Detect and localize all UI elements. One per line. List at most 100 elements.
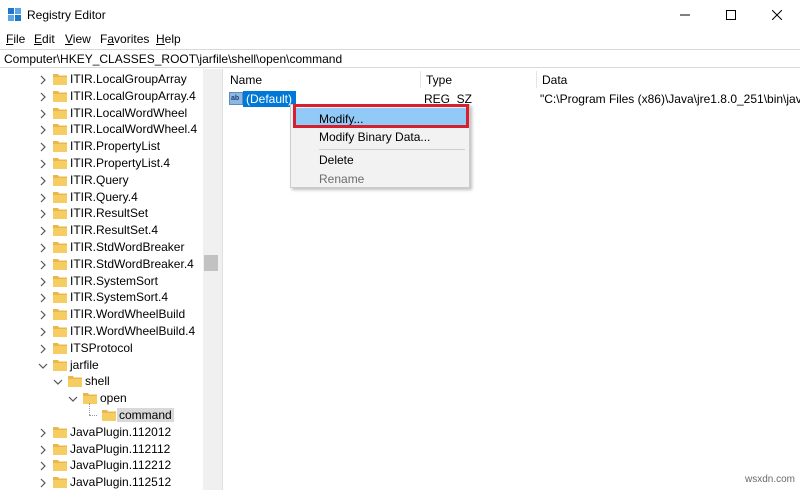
context-menu-delete[interactable]: Delete — [319, 153, 354, 167]
menu-file[interactable]: File — [6, 32, 25, 46]
column-header-name[interactable]: Name — [224, 69, 420, 90]
tree-item-label[interactable]: ITIR.WordWheelBuild.4 — [68, 324, 197, 338]
chevron-right-icon[interactable] — [38, 141, 48, 152]
tree-item[interactable]: JavaPlugin.112112 — [0, 441, 204, 458]
chevron-right-icon[interactable] — [38, 108, 48, 119]
tree-item-label[interactable]: ITIR.LocalWordWheel.4 — [68, 122, 199, 136]
chevron-down-icon[interactable] — [68, 393, 78, 403]
chevron-right-icon[interactable] — [38, 91, 48, 102]
tree-item-label[interactable]: ITIR.Query — [68, 173, 131, 187]
folder-icon — [53, 72, 67, 85]
chevron-right-icon[interactable] — [38, 175, 48, 186]
tree-item-label[interactable]: ITIR.StdWordBreaker — [68, 240, 186, 254]
tree-item[interactable]: ITIR.WordWheelBuild — [0, 306, 204, 323]
folder-icon — [53, 475, 67, 489]
chevron-right-icon[interactable] — [38, 427, 48, 438]
tree-item-label[interactable]: ITIR.LocalGroupArray — [68, 72, 189, 86]
chevron-down-icon[interactable] — [53, 376, 63, 386]
tree-item[interactable]: jarfile — [0, 357, 204, 374]
tree-item-label[interactable]: ITIR.StdWordBreaker.4 — [68, 257, 196, 271]
chevron-right-icon[interactable] — [38, 158, 48, 169]
tree-item[interactable]: ITIR.LocalWordWheel — [0, 105, 204, 122]
chevron-right-icon[interactable] — [38, 292, 48, 303]
tree-item[interactable]: ITIR.LocalWordWheel.4 — [0, 121, 204, 138]
tree-item[interactable]: ITIR.ResultSet — [0, 205, 204, 222]
chevron-right-icon[interactable] — [38, 124, 48, 135]
tree-item[interactable]: JavaPlugin.112512 — [0, 474, 204, 490]
chevron-down-icon[interactable] — [38, 360, 48, 370]
close-button[interactable] — [754, 0, 800, 30]
tree-item-label[interactable]: JavaPlugin.112212 — [68, 458, 173, 472]
folder-icon — [53, 122, 67, 136]
tree-item-label[interactable]: ITIR.Query.4 — [68, 190, 140, 204]
tree-item[interactable]: ITIR.SystemSort.4 — [0, 289, 204, 306]
tree-item-label[interactable]: ITIR.ResultSet.4 — [68, 223, 160, 237]
tree-scrollbar[interactable] — [203, 69, 219, 490]
tree-item-label[interactable]: JavaPlugin.112512 — [68, 475, 173, 489]
tree-item[interactable]: ITIR.PropertyList.4 — [0, 155, 204, 172]
column-header-data[interactable]: Data — [536, 69, 800, 90]
chevron-right-icon[interactable] — [38, 460, 48, 471]
tree-item-label[interactable]: ITIR.PropertyList — [68, 139, 162, 153]
tree-item-label[interactable]: ITIR.SystemSort — [68, 274, 160, 288]
tree-item-label[interactable]: ITSProtocol — [68, 341, 135, 355]
tree-item-label[interactable]: JavaPlugin.112012 — [68, 425, 173, 439]
tree-item[interactable]: ITIR.PropertyList — [0, 138, 204, 155]
tree-item[interactable]: ITIR.WordWheelBuild.4 — [0, 323, 204, 340]
registry-tree[interactable]: ITIR.LocalGroupArray ITIR.LocalGroupArray… — [0, 69, 219, 490]
tree-item[interactable]: ITIR.Query — [0, 172, 204, 189]
tree-item[interactable]: ITSProtocol — [0, 340, 204, 357]
tree-item[interactable]: shell — [0, 373, 204, 390]
tree-item-label[interactable]: JavaPlugin.112112 — [68, 442, 172, 456]
chevron-right-icon[interactable] — [38, 192, 48, 203]
chevron-right-icon[interactable] — [38, 276, 48, 287]
tree-item-label[interactable]: ITIR.SystemSort.4 — [68, 290, 170, 304]
value-name[interactable]: (Default) — [243, 91, 297, 107]
chevron-right-icon[interactable] — [38, 477, 48, 488]
chevron-right-icon[interactable] — [38, 444, 48, 455]
tree-item[interactable]: JavaPlugin.112012 — [0, 424, 204, 441]
minimize-button[interactable] — [662, 0, 708, 30]
chevron-right-icon[interactable] — [38, 74, 48, 85]
tree-item-label[interactable]: ITIR.PropertyList.4 — [68, 156, 172, 170]
address-bar[interactable]: Computer\HKEY_CLASSES_ROOT\jarfile\shell… — [0, 49, 800, 68]
tree-item[interactable]: ITIR.LocalGroupArray.4 — [0, 88, 204, 105]
tree-item[interactable]: open — [0, 390, 204, 407]
tree-item-label[interactable]: command — [117, 408, 174, 422]
tree-item[interactable]: ITIR.SystemSort — [0, 273, 204, 290]
tree-item[interactable]: JavaPlugin.112212 — [0, 457, 204, 474]
address-path[interactable]: Computer\HKEY_CLASSES_ROOT\jarfile\shell… — [4, 52, 342, 66]
chevron-right-icon[interactable] — [38, 343, 48, 354]
tree-item-label[interactable]: ITIR.ResultSet — [68, 206, 150, 220]
chevron-right-icon[interactable] — [38, 259, 48, 270]
menu-favorites[interactable]: Favorites — [100, 32, 149, 46]
tree-item-label[interactable]: ITIR.LocalGroupArray.4 — [68, 89, 198, 103]
pane-splitter[interactable] — [219, 69, 223, 490]
tree-item[interactable]: command — [0, 407, 204, 424]
context-menu-modify-binary[interactable]: Modify Binary Data... — [319, 130, 430, 144]
tree-item-label[interactable]: ITIR.WordWheelBuild — [68, 307, 187, 321]
tree-item[interactable]: ITIR.LocalGroupArray — [0, 71, 204, 88]
tree-item[interactable]: ITIR.Query.4 — [0, 189, 204, 206]
tree-scrollbar-thumb[interactable] — [204, 255, 218, 271]
menu-help[interactable]: Help — [156, 32, 181, 46]
chevron-right-icon[interactable] — [38, 309, 48, 320]
maximize-button[interactable] — [708, 0, 754, 30]
close-icon — [772, 10, 782, 20]
annotation-highlight-box — [293, 104, 469, 128]
tree-item[interactable]: ITIR.StdWordBreaker — [0, 239, 204, 256]
tree-item-label[interactable]: ITIR.LocalWordWheel — [68, 106, 189, 120]
chevron-right-icon[interactable] — [38, 326, 48, 337]
tree-item[interactable]: ITIR.ResultSet.4 — [0, 222, 204, 239]
menu-edit[interactable]: Edit — [34, 32, 55, 46]
tree-item-label[interactable]: shell — [83, 374, 112, 388]
chevron-right-icon[interactable] — [38, 225, 48, 236]
column-header-type[interactable]: Type — [420, 69, 536, 90]
menu-view[interactable]: View — [65, 32, 91, 46]
chevron-right-icon[interactable] — [38, 242, 48, 253]
folder-icon — [53, 341, 67, 354]
tree-item-label[interactable]: open — [98, 391, 129, 405]
tree-item[interactable]: ITIR.StdWordBreaker.4 — [0, 256, 204, 273]
tree-item-label[interactable]: jarfile — [68, 358, 101, 372]
chevron-right-icon[interactable] — [38, 208, 48, 219]
